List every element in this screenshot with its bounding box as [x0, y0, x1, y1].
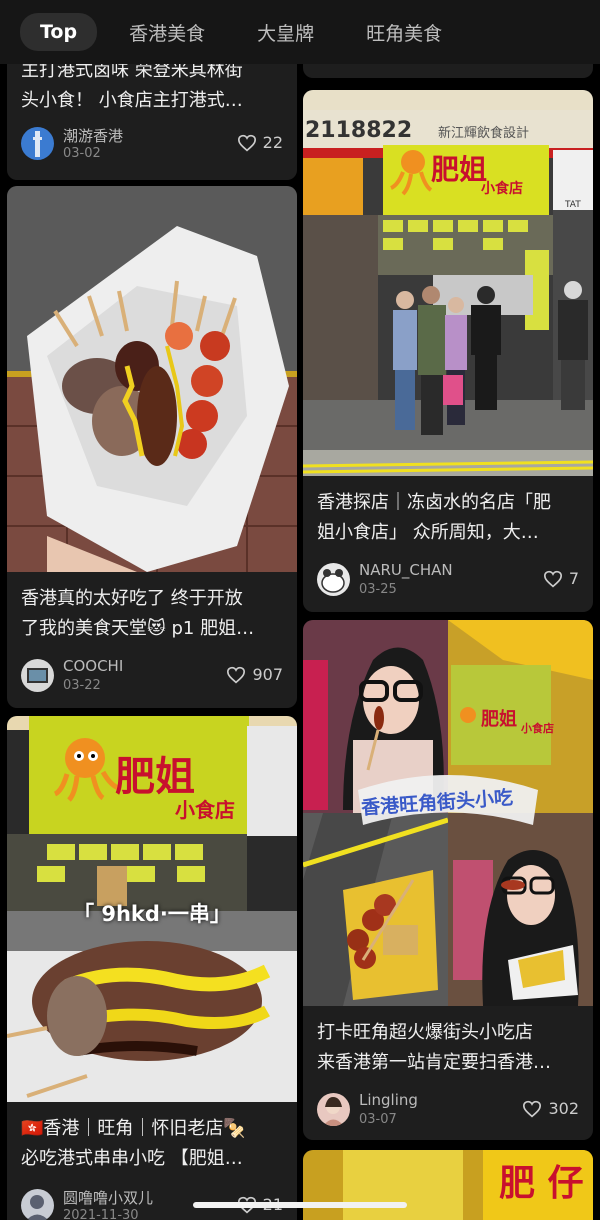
side-sign: TAT: [565, 200, 581, 210]
heart-icon: [523, 1100, 542, 1117]
author-name[interactable]: COOCHI: [63, 657, 123, 675]
top-tab-bar: Top 香港美食 大皇牌 旺角美食: [0, 0, 600, 64]
image-overlay-text: 「 9hkd·一串」: [73, 902, 231, 926]
avatar[interactable]: [21, 127, 54, 160]
avatar[interactable]: [317, 563, 350, 596]
post-card[interactable]: 香港真的太好吃了 终于开放 了我的美食天堂😻 p1 肥姐… COOCHI 03-…: [7, 186, 297, 708]
heart-icon: [227, 666, 246, 683]
shop-name-sign: 新江輝飲食設計: [438, 126, 530, 141]
post-image: 肥姐 小食店 「 9hkd·一串」: [7, 716, 297, 1102]
shop-sign-main: 肥姐: [431, 153, 488, 186]
like-button[interactable]: 7: [543, 569, 579, 588]
post-caption: 香港探店｜冻卤水的名店「肥 姐小食店」 众所周知，大…: [317, 492, 551, 543]
like-count: 22: [262, 133, 283, 152]
like-button[interactable]: 302: [522, 1099, 579, 1118]
tab-big-brand[interactable]: 大皇牌: [257, 19, 314, 46]
post-date: 03-02: [63, 146, 101, 161]
post-card[interactable]: 肥姐 小食店 香港旺角街头小吃 打卡旺角超火爆街头小吃店 来香港第一站肯定要扫香…: [303, 620, 593, 1140]
like-count: 7: [568, 569, 579, 588]
post-date: 03-22: [63, 678, 101, 693]
like-button[interactable]: 22: [237, 133, 283, 152]
tab-top[interactable]: Top: [20, 13, 98, 51]
avatar[interactable]: [21, 659, 54, 692]
post-image: [7, 186, 297, 572]
post-card[interactable]: 肥 仔: [303, 1150, 593, 1220]
heart-icon: [237, 134, 256, 151]
shop-phone: 2118822: [305, 118, 413, 143]
post-image: 肥姐 小食店 香港旺角街头小吃: [303, 620, 593, 1006]
shop-sign-sub: 小食店: [481, 181, 523, 197]
heart-icon: [543, 570, 562, 587]
tab-mongkok-food[interactable]: 旺角美食: [366, 19, 442, 46]
like-count: 302: [548, 1099, 579, 1118]
post-image: 2118822 新江輝飲食設計 TAT 肥姐 小食店: [303, 90, 593, 476]
post-meta: COOCHI 03-22 907: [21, 657, 283, 697]
post-image: 肥 仔: [303, 1150, 593, 1220]
post-card[interactable]: 肥姐 小食店 「 9hkd·一串」 🇭🇰香港｜旺角｜怀旧老店🍢 必吃港式串串小吃…: [7, 716, 297, 1220]
post-date: 03-25: [359, 582, 397, 597]
post-date: 2021-11-30: [63, 1208, 139, 1220]
author-name[interactable]: 圆噜噜小双儿: [63, 1187, 153, 1208]
shop-sign-main: 肥 仔: [499, 1162, 584, 1204]
shop-sign-sub: 小食店: [175, 798, 235, 822]
shop-sign-sub: 小食店: [521, 722, 554, 735]
author-name[interactable]: Lingling: [359, 1091, 418, 1109]
like-button[interactable]: 907: [226, 665, 283, 684]
post-meta: 潮游香港 03-02 22: [21, 125, 283, 165]
post-date: 03-07: [359, 1112, 397, 1127]
post-meta: NARU_CHAN 03-25 7: [317, 561, 579, 601]
post-meta: Lingling 03-07 302: [317, 1091, 579, 1131]
post-caption: 香港真的太好吃了 终于开放 了我的美食天堂😻 p1 肥姐…: [21, 588, 255, 639]
post-caption: 主打港式卤味 荣登米其林街 头小食！ 小食店主打港式…: [21, 60, 243, 111]
like-count: 907: [252, 665, 283, 684]
post-caption: 🇭🇰香港｜旺角｜怀旧老店🍢 必吃港式串串小吃 【肥姐…: [21, 1118, 246, 1169]
shop-sign-main: 肥姐: [481, 709, 517, 730]
home-indicator[interactable]: [193, 1202, 407, 1208]
avatar[interactable]: [21, 1189, 54, 1220]
author-name[interactable]: 潮游香港: [63, 125, 123, 146]
tab-hk-food[interactable]: 香港美食: [129, 19, 205, 46]
author-name[interactable]: NARU_CHAN: [359, 561, 453, 579]
post-caption: 打卡旺角超火爆街头小吃店 来香港第一站肯定要扫香港…: [317, 1022, 551, 1073]
post-card[interactable]: 2118822 新江輝飲食設計 TAT 肥姐 小食店 香港探店｜冻卤水的名店「肥…: [303, 90, 593, 612]
avatar[interactable]: [317, 1093, 350, 1126]
